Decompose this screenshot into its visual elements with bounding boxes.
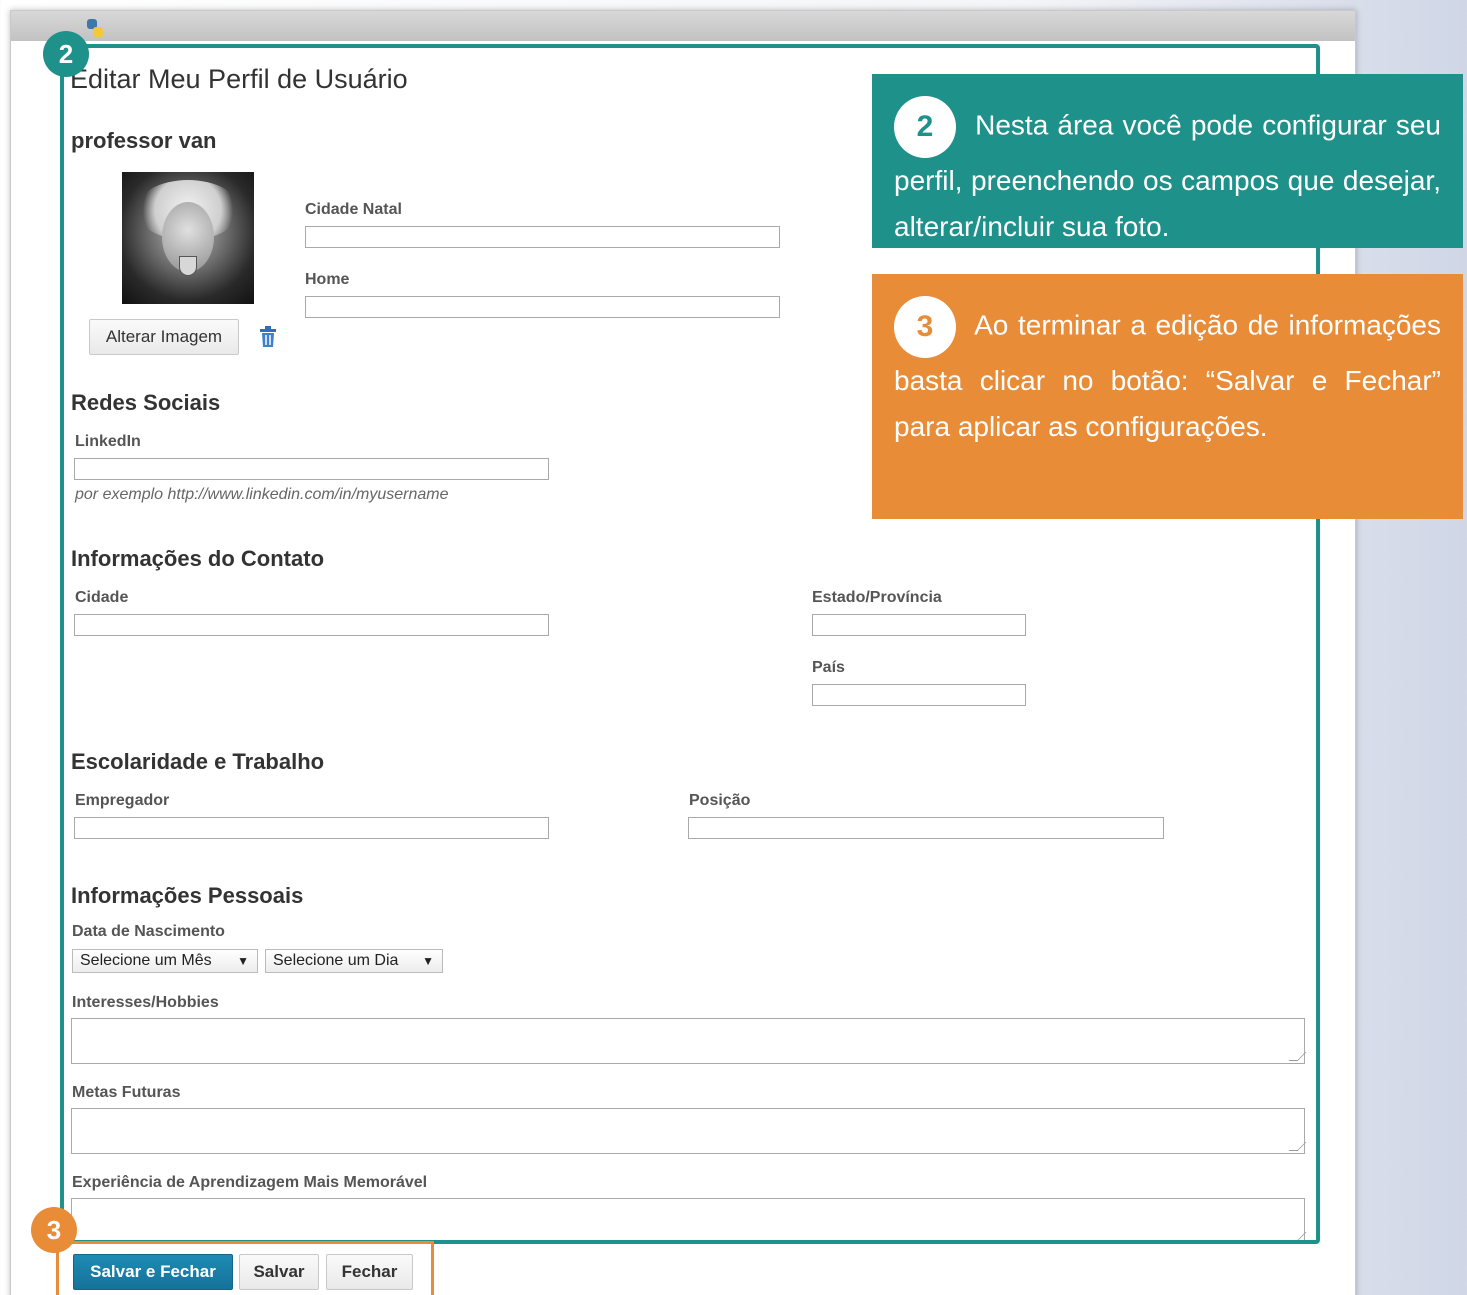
callout-step-2: 2 Nesta área você pode configurar seu pe… xyxy=(872,74,1463,248)
step-2-badge: 2 xyxy=(43,31,89,77)
callout-step-3: 3 Ao terminar a edição de informações ba… xyxy=(872,274,1463,519)
step-3-badge: 3 xyxy=(31,1207,77,1253)
python-logo-icon xyxy=(87,19,103,37)
close-button[interactable]: Fechar xyxy=(326,1254,413,1290)
save-button[interactable]: Salvar xyxy=(239,1254,319,1290)
callout-3-badge: 3 xyxy=(894,296,956,358)
callout-2-text: Nesta área você pode configurar seu perf… xyxy=(894,109,1442,242)
save-and-close-button[interactable]: Salvar e Fechar xyxy=(73,1254,233,1290)
callout-3-text: Ao terminar a edição de informações bast… xyxy=(894,309,1442,442)
window-title-bar xyxy=(11,11,1355,41)
callout-2-badge: 2 xyxy=(894,96,956,158)
